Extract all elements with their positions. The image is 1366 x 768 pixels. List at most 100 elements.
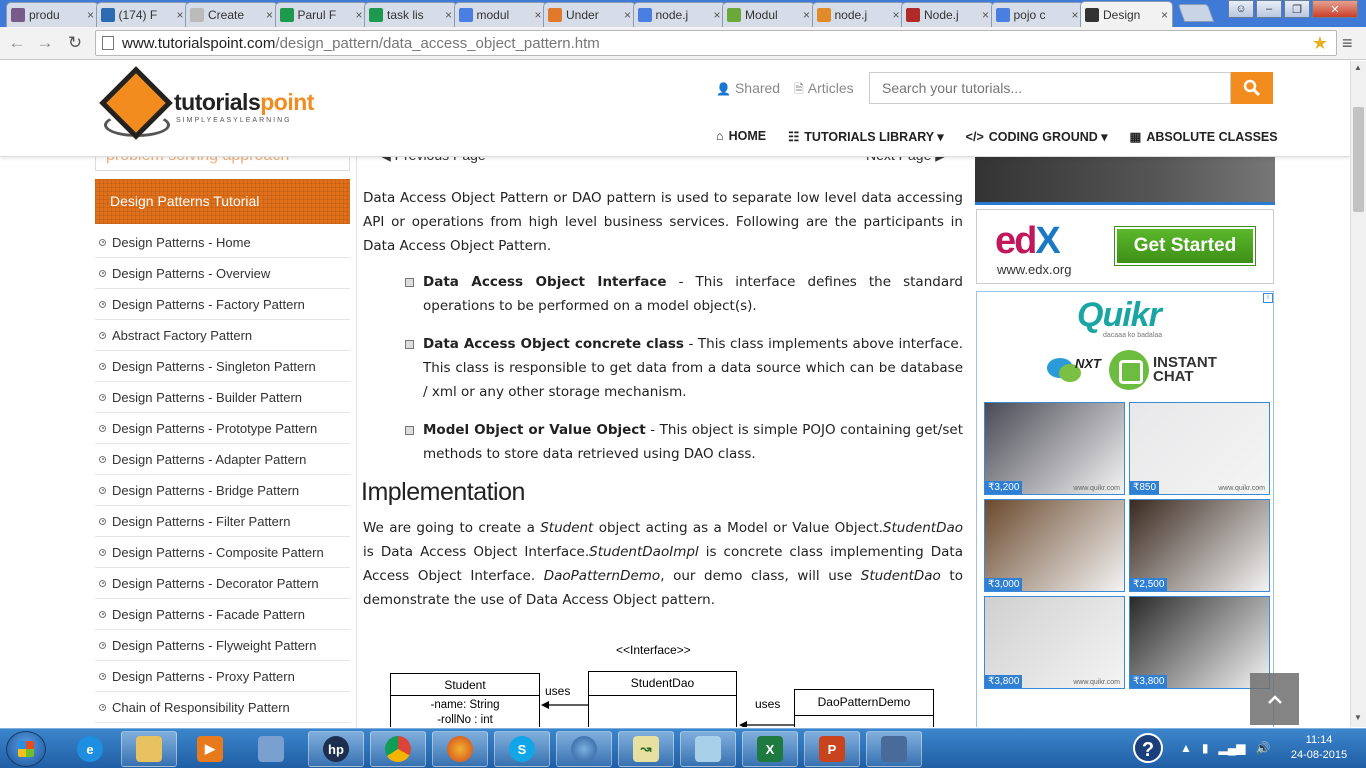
help-icon[interactable]: ? [1133, 733, 1163, 763]
nav-tutorials-library[interactable]: ☷ TUTORIALS LIBRARY ▾ [788, 129, 944, 144]
close-tab-icon[interactable]: × [624, 8, 631, 22]
nav-home[interactable]: ⌂ HOME [716, 129, 766, 144]
product-tile[interactable]: ₹850 www.quikr.com [1129, 402, 1270, 495]
browser-tab[interactable]: pojo c × [990, 2, 1084, 27]
browser-tab[interactable]: modul × [453, 2, 547, 27]
product-tile[interactable]: ₹3,200 www.quikr.com [984, 402, 1125, 495]
product-tile[interactable]: ₹3,800 www.quikr.com [984, 596, 1125, 689]
nav-coding-ground[interactable]: </> CODING GROUND ▾ [966, 129, 1108, 144]
browser-tab[interactable]: Under × [543, 2, 636, 27]
site-logo[interactable]: tutorialspoint SIMPLYEASYLEARNING [99, 66, 354, 141]
user-icon[interactable]: ☺ [1228, 0, 1254, 18]
notes-taskbar-button[interactable] [680, 731, 736, 767]
new-tab-button[interactable] [1177, 4, 1215, 22]
project-taskbar-button[interactable]: ↝ [618, 731, 674, 767]
hp-taskbar-button[interactable]: hp [308, 731, 364, 767]
close-window-button[interactable]: ✕ [1312, 0, 1358, 18]
close-tab-icon[interactable]: × [1071, 8, 1078, 22]
articles-link[interactable]: 🗎 Articles [794, 80, 854, 101]
reload-button[interactable]: ↻ [64, 33, 86, 53]
sidebar-item[interactable]: Design Patterns - Composite Pattern [95, 537, 350, 568]
sidebar-item[interactable]: Design Patterns - Builder Pattern [95, 382, 350, 413]
adchoices-icon[interactable]: i [1263, 293, 1273, 303]
search-button[interactable] [1231, 72, 1273, 104]
firefox-taskbar-button[interactable] [432, 731, 488, 767]
tray-expand-icon[interactable]: ▲ [1180, 741, 1192, 755]
shared-link[interactable]: 👤 Shared [716, 80, 780, 101]
close-tab-icon[interactable]: × [1161, 8, 1168, 22]
browser-tab[interactable]: task lis × [364, 2, 457, 27]
nav-absolute-classes[interactable]: ▦ ABSOLUTE CLASSES [1130, 129, 1278, 144]
browser-tab[interactable]: Parul F × [274, 2, 368, 27]
scroll-up-icon[interactable]: ▲ [1354, 63, 1362, 72]
close-tab-icon[interactable]: × [87, 8, 94, 22]
clock[interactable]: 11:14 24-08-2015 [1282, 733, 1356, 763]
back-to-top-button[interactable] [1250, 673, 1299, 725]
browser-tab[interactable]: Node.j × [901, 2, 994, 27]
sidebar-item[interactable]: Design Patterns - Proxy Pattern [95, 661, 350, 692]
sidebar-item[interactable]: Design Patterns - Flyweight Pattern [95, 630, 350, 661]
sidebar-item[interactable]: Design Patterns - Filter Pattern [95, 506, 350, 537]
sidebar-item[interactable]: Design Patterns - Factory Pattern [95, 289, 350, 320]
excel-taskbar-button[interactable]: X [742, 731, 798, 767]
browser-tab[interactable]: Modul × [722, 2, 815, 27]
product-tile[interactable]: ₹3,000 [984, 499, 1125, 592]
skype-taskbar-button[interactable]: S [494, 731, 550, 767]
browser-tab[interactable]: node.j × [632, 2, 726, 27]
signal-icon[interactable]: ▂▄▆ [1219, 741, 1246, 755]
sidebar-item[interactable]: Design Patterns - Bridge Pattern [95, 475, 350, 506]
bookmark-star-icon[interactable]: ★ [1312, 33, 1328, 54]
close-tab-icon[interactable]: × [982, 8, 989, 22]
paint-taskbar-button[interactable] [243, 731, 299, 767]
forward-button[interactable]: → [34, 33, 56, 53]
start-button[interactable] [6, 731, 46, 767]
address-bar[interactable]: www.tutorialspoint.com/design_pattern/da… [95, 30, 1337, 56]
sidebar-item[interactable]: Design Patterns - Singleton Pattern [95, 351, 350, 382]
ie-taskbar-button[interactable]: e [62, 731, 118, 767]
back-button[interactable]: ← [6, 33, 28, 53]
explorer-taskbar-button[interactable] [121, 731, 177, 767]
powerpoint-taskbar-button[interactable]: P [804, 731, 860, 767]
browser-tab[interactable]: node.j × [811, 2, 905, 27]
quikr-ad[interactable]: Quikr dacaaa ko badalaa NXT INSTANT CHAT … [976, 291, 1274, 727]
product-tile[interactable]: ₹2,500 [1129, 499, 1270, 592]
battery-icon[interactable]: ▮ [1202, 741, 1209, 755]
sidebar-item[interactable]: Design Patterns - Decorator Pattern [95, 568, 350, 599]
chrome-menu-icon[interactable]: ≡ [1342, 33, 1353, 54]
browser-tab[interactable]: Design × [1080, 1, 1173, 27]
close-tab-icon[interactable]: × [713, 8, 720, 22]
close-tab-icon[interactable]: × [534, 8, 541, 22]
browser-tab[interactable]: Create × [185, 2, 278, 27]
close-tab-icon[interactable]: × [445, 8, 452, 22]
sidebar-item[interactable]: Design Patterns - Prototype Pattern [95, 413, 350, 444]
close-tab-icon[interactable]: × [803, 8, 810, 22]
page-scrollbar[interactable]: ▲ ▼ [1350, 61, 1366, 727]
search-input[interactable] [869, 72, 1231, 104]
media-taskbar-button[interactable]: ▶ [182, 731, 238, 767]
scrollbar-thumb[interactable] [1353, 107, 1364, 212]
browser-tab[interactable]: (174) F × [95, 2, 189, 27]
close-tab-icon[interactable]: × [892, 8, 899, 22]
browser-tab[interactable]: produ × [6, 2, 99, 27]
sidebar-item[interactable]: Design Patterns - Adapter Pattern [95, 444, 350, 475]
close-tab-icon[interactable]: × [266, 8, 273, 22]
get-started-button[interactable]: Get Started [1114, 226, 1256, 266]
chrome-taskbar-button[interactable] [370, 731, 426, 767]
minimize-button[interactable]: – [1256, 0, 1282, 18]
sidebar-item[interactable]: Abstract Factory Pattern [95, 320, 350, 351]
maximize-button[interactable]: ❐ [1284, 0, 1310, 18]
scroll-down-icon[interactable]: ▼ [1354, 713, 1362, 722]
ad-banner-image[interactable] [975, 157, 1275, 205]
volume-icon[interactable]: 🔊 [1255, 741, 1270, 755]
network-taskbar-button[interactable] [866, 731, 922, 767]
close-tab-icon[interactable]: × [176, 8, 183, 22]
edx-ad[interactable]: edX www.edx.org Get Started [976, 209, 1274, 284]
thunderbird-taskbar-button[interactable] [556, 731, 612, 767]
excel-icon: X [757, 736, 783, 762]
sidebar-item[interactable]: Design Patterns - Facade Pattern [95, 599, 350, 630]
close-tab-icon[interactable]: × [355, 8, 362, 22]
sidebar-item[interactable]: Chain of Responsibility Pattern [95, 692, 350, 723]
sidebar-item[interactable]: Design Patterns - Overview [95, 258, 350, 289]
sidebar-item[interactable]: Design Patterns - Home [95, 227, 350, 258]
product-tile[interactable]: ₹3,800 [1129, 596, 1270, 689]
